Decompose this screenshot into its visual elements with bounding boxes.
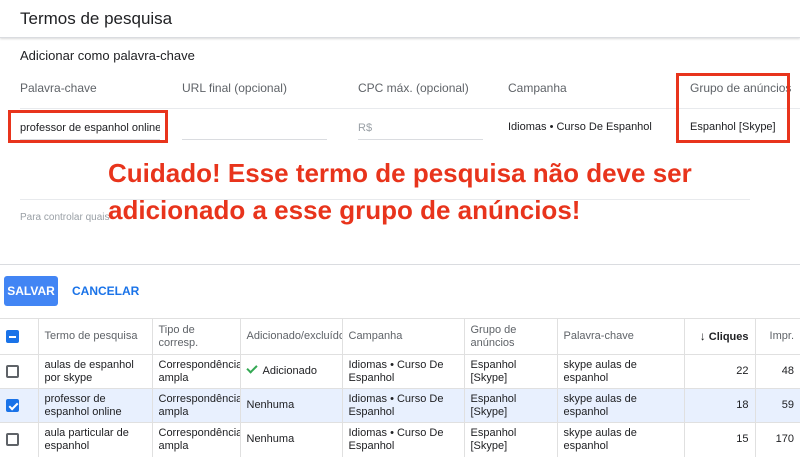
campaign-link[interactable]: Idiomas • Curso De Espanhol xyxy=(341,354,464,389)
table-header-row: Termo de pesquisa Tipo de corresp. Adici… xyxy=(0,318,800,355)
campaign-value: Idiomas • Curso De Espanhol xyxy=(508,121,652,133)
header-keyword[interactable]: Palavra-chave xyxy=(556,318,684,355)
section-title: Adicionar como palavra-chave xyxy=(20,48,195,63)
final-url-label: URL final (opcional) xyxy=(182,81,287,95)
status-cell: Nenhuma xyxy=(239,388,342,423)
warning-annotation: Cuidado! Esse termo de pesquisa não deve… xyxy=(108,155,692,229)
impressions-cell: 59 xyxy=(754,388,800,423)
cancel-button[interactable]: CANCELAR xyxy=(66,276,145,306)
select-all-cell[interactable] xyxy=(0,318,38,355)
status-cell: Adicionado xyxy=(239,354,342,389)
clicks-cell: 15 xyxy=(683,422,755,457)
keyword-label: Palavra-chave xyxy=(20,81,97,95)
search-term-cell: aulas de espanhol por skype xyxy=(37,354,152,389)
search-terms-table: Termo de pesquisa Tipo de corresp. Adici… xyxy=(0,318,800,457)
max-cpc-input[interactable] xyxy=(358,116,483,139)
impressions-cell: 48 xyxy=(754,354,800,389)
header-campaign[interactable]: Campanha xyxy=(341,318,464,355)
row-checkbox[interactable] xyxy=(6,364,19,378)
campaign-link[interactable]: Idiomas • Curso De Espanhol xyxy=(341,422,464,457)
final-url-field[interactable] xyxy=(182,116,327,140)
warning-line-1: Cuidado! Esse termo de pesquisa não deve… xyxy=(108,158,692,188)
table-row[interactable]: aula particular de espanhol Correspondên… xyxy=(0,422,800,457)
save-button[interactable]: SALVAR xyxy=(4,276,58,306)
keyword-highlight-box xyxy=(8,110,168,143)
header-match-type[interactable]: Tipo de corresp. xyxy=(151,318,240,355)
section-divider xyxy=(0,264,800,265)
keyword-cell: skype aulas de espanhol xyxy=(556,354,684,389)
match-type-cell: Correspondência ampla xyxy=(151,388,240,423)
clicks-cell: 18 xyxy=(683,388,755,423)
search-term-cell: aula particular de espanhol xyxy=(37,422,152,457)
header-clicks-label: Cliques xyxy=(708,330,749,343)
campaign-link[interactable]: Idiomas • Curso De Espanhol xyxy=(341,388,464,423)
table-row[interactable]: professor de espanhol online Correspondê… xyxy=(0,388,800,423)
table-row[interactable]: aulas de espanhol por skype Correspondên… xyxy=(0,354,800,389)
page-title: Termos de pesquisa xyxy=(20,9,173,28)
row-checkbox-cell[interactable] xyxy=(0,354,38,389)
row-checkbox-cell[interactable] xyxy=(0,422,38,457)
final-url-input[interactable] xyxy=(182,116,327,139)
arrow-down-icon: ↓ xyxy=(699,328,706,343)
row-checkbox-cell[interactable] xyxy=(0,388,38,423)
header-clicks[interactable]: ↓ Cliques xyxy=(683,318,755,355)
match-type-cell: Correspondência ampla xyxy=(151,354,240,389)
clicks-cell: 22 xyxy=(683,354,755,389)
ad-group-link[interactable]: Espanhol [Skype] xyxy=(463,388,557,423)
keyword-cell: skype aulas de espanhol xyxy=(556,422,684,457)
campaign-label: Campanha xyxy=(508,81,567,95)
impressions-cell: 170 xyxy=(754,422,800,457)
warning-line-2: adicionado a esse grupo de anúncios! xyxy=(108,195,581,225)
keyword-cell: skype aulas de espanhol xyxy=(556,388,684,423)
status-cell: Nenhuma xyxy=(239,422,342,457)
ad-group-link[interactable]: Espanhol [Skype] xyxy=(463,422,557,457)
row-checkbox[interactable] xyxy=(6,398,19,412)
search-term-cell: professor de espanhol online xyxy=(37,388,152,423)
ad-group-highlight-box xyxy=(676,73,790,143)
title-bar: Termos de pesquisa xyxy=(0,0,800,38)
hint-text: Para controlar quais xyxy=(20,212,110,223)
header-added-excluded[interactable]: Adicionado/excluído xyxy=(239,318,342,355)
header-search-term[interactable]: Termo de pesquisa xyxy=(37,318,152,355)
header-impressions[interactable]: Impr. xyxy=(754,318,800,355)
header-ad-group[interactable]: Grupo de anúncios xyxy=(463,318,557,355)
max-cpc-label: CPC máx. (opcional) xyxy=(358,81,469,95)
select-all-checkbox[interactable] xyxy=(6,329,19,343)
match-type-cell: Correspondência ampla xyxy=(151,422,240,457)
row-checkbox[interactable] xyxy=(6,433,19,447)
max-cpc-field[interactable] xyxy=(358,116,483,140)
check-icon xyxy=(245,362,258,374)
ad-group-link[interactable]: Espanhol [Skype] xyxy=(463,354,557,389)
status-text: Adicionado xyxy=(262,365,317,377)
